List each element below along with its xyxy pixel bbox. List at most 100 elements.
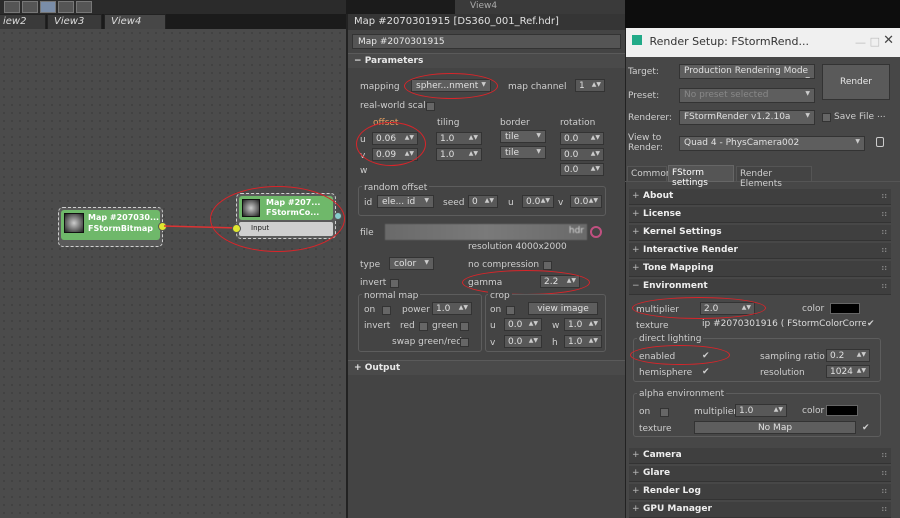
- node-editor-canvas[interactable]: [0, 29, 346, 518]
- green-label: green: [432, 321, 458, 331]
- texture-label: texture: [636, 321, 669, 331]
- save-file-label: Save File: [834, 112, 875, 122]
- v-border-dropdown[interactable]: tile ▼: [500, 146, 546, 159]
- rollout-camera[interactable]: + Camera::: [629, 448, 891, 464]
- target-dropdown[interactable]: Production Rendering Mode▼: [679, 64, 815, 79]
- alpha-texture-check-icon[interactable]: ✔: [862, 423, 870, 433]
- crop-w-field[interactable]: 1.0 ▲▼: [564, 318, 602, 331]
- map-name-field[interactable]: Map #2070301915: [352, 34, 621, 49]
- target-label: Target:: [628, 67, 659, 77]
- normal-invert-label: invert: [364, 321, 391, 331]
- parameters-label: Parameters: [364, 56, 424, 66]
- v-rotation-field[interactable]: 0.0 ▲▼: [560, 148, 604, 161]
- view-image-button[interactable]: view image: [528, 302, 598, 315]
- rollout-about[interactable]: + About::: [629, 189, 891, 205]
- swap-checkbox[interactable]: [460, 338, 469, 347]
- map-channel-label: map channel: [508, 82, 567, 92]
- tab-render-elements[interactable]: Render Elements: [736, 166, 812, 189]
- random-u-field[interactable]: 0.0 ▲▼: [522, 195, 554, 208]
- rollout-interactive-render[interactable]: + Interactive Render::: [629, 243, 891, 259]
- no-compression-checkbox[interactable]: [543, 261, 552, 270]
- file-path-field[interactable]: hdr: [385, 224, 587, 240]
- crop-u-field[interactable]: 0.0 ▲▼: [504, 318, 542, 331]
- highlight-ring: [404, 73, 498, 99]
- view-dropdown[interactable]: Quad 4 - PhysCamera002 ▼: [679, 136, 865, 151]
- sampling-ratio-field[interactable]: 0.2 ▲▼: [826, 349, 870, 362]
- renderer-dropdown[interactable]: FStormRender v1.2.10a ▼: [679, 110, 815, 125]
- rollout-render-log[interactable]: + Render Log::: [629, 484, 891, 500]
- crop-v-field[interactable]: 0.0 ▲▼: [504, 335, 542, 348]
- w-rotation-field[interactable]: 0.0 ▲▼: [560, 163, 604, 176]
- v-tiling-field[interactable]: 1.0 ▲▼: [436, 148, 482, 161]
- alpha-multiplier-field[interactable]: 1.0 ▲▼: [735, 404, 787, 417]
- u-rotation-field[interactable]: 0.0 ▲▼: [560, 132, 604, 145]
- map-channel-field[interactable]: 1 ▲▼: [575, 79, 605, 92]
- alpha-multiplier-label: multiplier: [694, 407, 737, 417]
- alpha-color-swatch[interactable]: [826, 405, 858, 416]
- toolbar-icon[interactable]: [76, 1, 92, 13]
- power-field[interactable]: 1.0 ▲▼: [432, 302, 472, 315]
- environment-color-swatch[interactable]: [830, 303, 860, 314]
- alpha-on-checkbox[interactable]: [660, 408, 669, 417]
- highlight-ring: [630, 345, 730, 365]
- panel-title: Map #2070301915 [DS360_001_Ref.hdr]: [348, 14, 625, 30]
- real-world-scale-checkbox[interactable]: [426, 102, 435, 111]
- u-tiling-field[interactable]: 1.0 ▲▼: [436, 132, 482, 145]
- reload-icon[interactable]: [590, 226, 602, 238]
- normal-on-label: on: [364, 305, 376, 315]
- power-label: power: [402, 305, 430, 315]
- save-file-checkbox[interactable]: [822, 113, 831, 122]
- more-button[interactable]: ...: [877, 110, 886, 120]
- rollout-license[interactable]: + License::: [629, 207, 891, 223]
- crop-h-field[interactable]: 1.0 ▲▼: [564, 335, 602, 348]
- texture-check-icon[interactable]: ✔: [867, 319, 875, 329]
- render-button[interactable]: Render: [822, 64, 890, 100]
- green-checkbox[interactable]: [460, 322, 469, 331]
- rollout-tone-mapping[interactable]: + Tone Mapping::: [629, 261, 891, 277]
- invert-checkbox[interactable]: [390, 279, 399, 288]
- tab-fstorm-settings[interactable]: FStorm settings: [668, 165, 734, 188]
- type-dropdown[interactable]: color ▼: [389, 257, 434, 270]
- close-icon[interactable]: ✕: [883, 33, 894, 48]
- crop-on-checkbox[interactable]: [506, 306, 515, 315]
- lock-icon[interactable]: [876, 137, 884, 147]
- rollout-gpu-manager[interactable]: + GPU Manager::: [629, 502, 891, 518]
- texture-map-button[interactable]: ip #2070301916 ( FStormColorCorrectio: [700, 318, 866, 331]
- highlight-ring: [632, 297, 766, 319]
- normal-on-checkbox[interactable]: [382, 306, 391, 315]
- seed-field[interactable]: 0 ▲▼: [468, 195, 498, 208]
- tab-common[interactable]: Common: [627, 166, 672, 182]
- rotation-label: rotation: [560, 118, 596, 128]
- rollout-glare[interactable]: + Glare::: [629, 466, 891, 482]
- id-dropdown[interactable]: ele... id ▼: [377, 195, 434, 208]
- dialog-title: Render Setup: FStormRend...: [649, 35, 809, 48]
- rollout-parameters[interactable]: − Parameters: [348, 53, 625, 68]
- rollout-output[interactable]: + Output: [348, 360, 625, 375]
- rollout-kernel-settings[interactable]: + Kernel Settings::: [629, 225, 891, 241]
- tab-view4[interactable]: View4: [104, 14, 166, 29]
- real-world-scale-label: real-world scale: [360, 101, 432, 111]
- layout-icon[interactable]: [40, 1, 56, 13]
- red-checkbox[interactable]: [419, 322, 428, 331]
- preset-dropdown[interactable]: No preset selected ▼: [679, 88, 815, 103]
- u-border-dropdown[interactable]: tile ▼: [500, 130, 546, 143]
- background-strip: [625, 0, 900, 28]
- toolbar-icon[interactable]: [4, 1, 20, 13]
- red-label: red: [400, 321, 415, 331]
- minimize-icon[interactable]: —: [855, 36, 866, 49]
- crop-label: crop: [488, 291, 512, 301]
- rollout-environment[interactable]: − Environment::: [629, 279, 891, 295]
- toolbar-icon[interactable]: [58, 1, 74, 13]
- random-v-label: v: [558, 198, 564, 208]
- random-v-field[interactable]: 0.0 ▲▼: [570, 195, 602, 208]
- toolbar-icon[interactable]: [22, 1, 38, 13]
- hemisphere-checkbox[interactable]: ✔: [702, 367, 710, 377]
- resolution-field[interactable]: 1024 ▲▼: [826, 365, 870, 378]
- tab-view2[interactable]: iew2: [0, 14, 46, 29]
- random-offset-label: random offset: [362, 183, 430, 193]
- mapping-label: mapping: [360, 82, 400, 92]
- alpha-texture-button[interactable]: No Map: [694, 421, 856, 434]
- bitmap-node[interactable]: Map #207030... FStormBitmap: [58, 207, 163, 247]
- tab-view3[interactable]: View3: [47, 14, 102, 29]
- maximize-icon[interactable]: □: [870, 35, 880, 48]
